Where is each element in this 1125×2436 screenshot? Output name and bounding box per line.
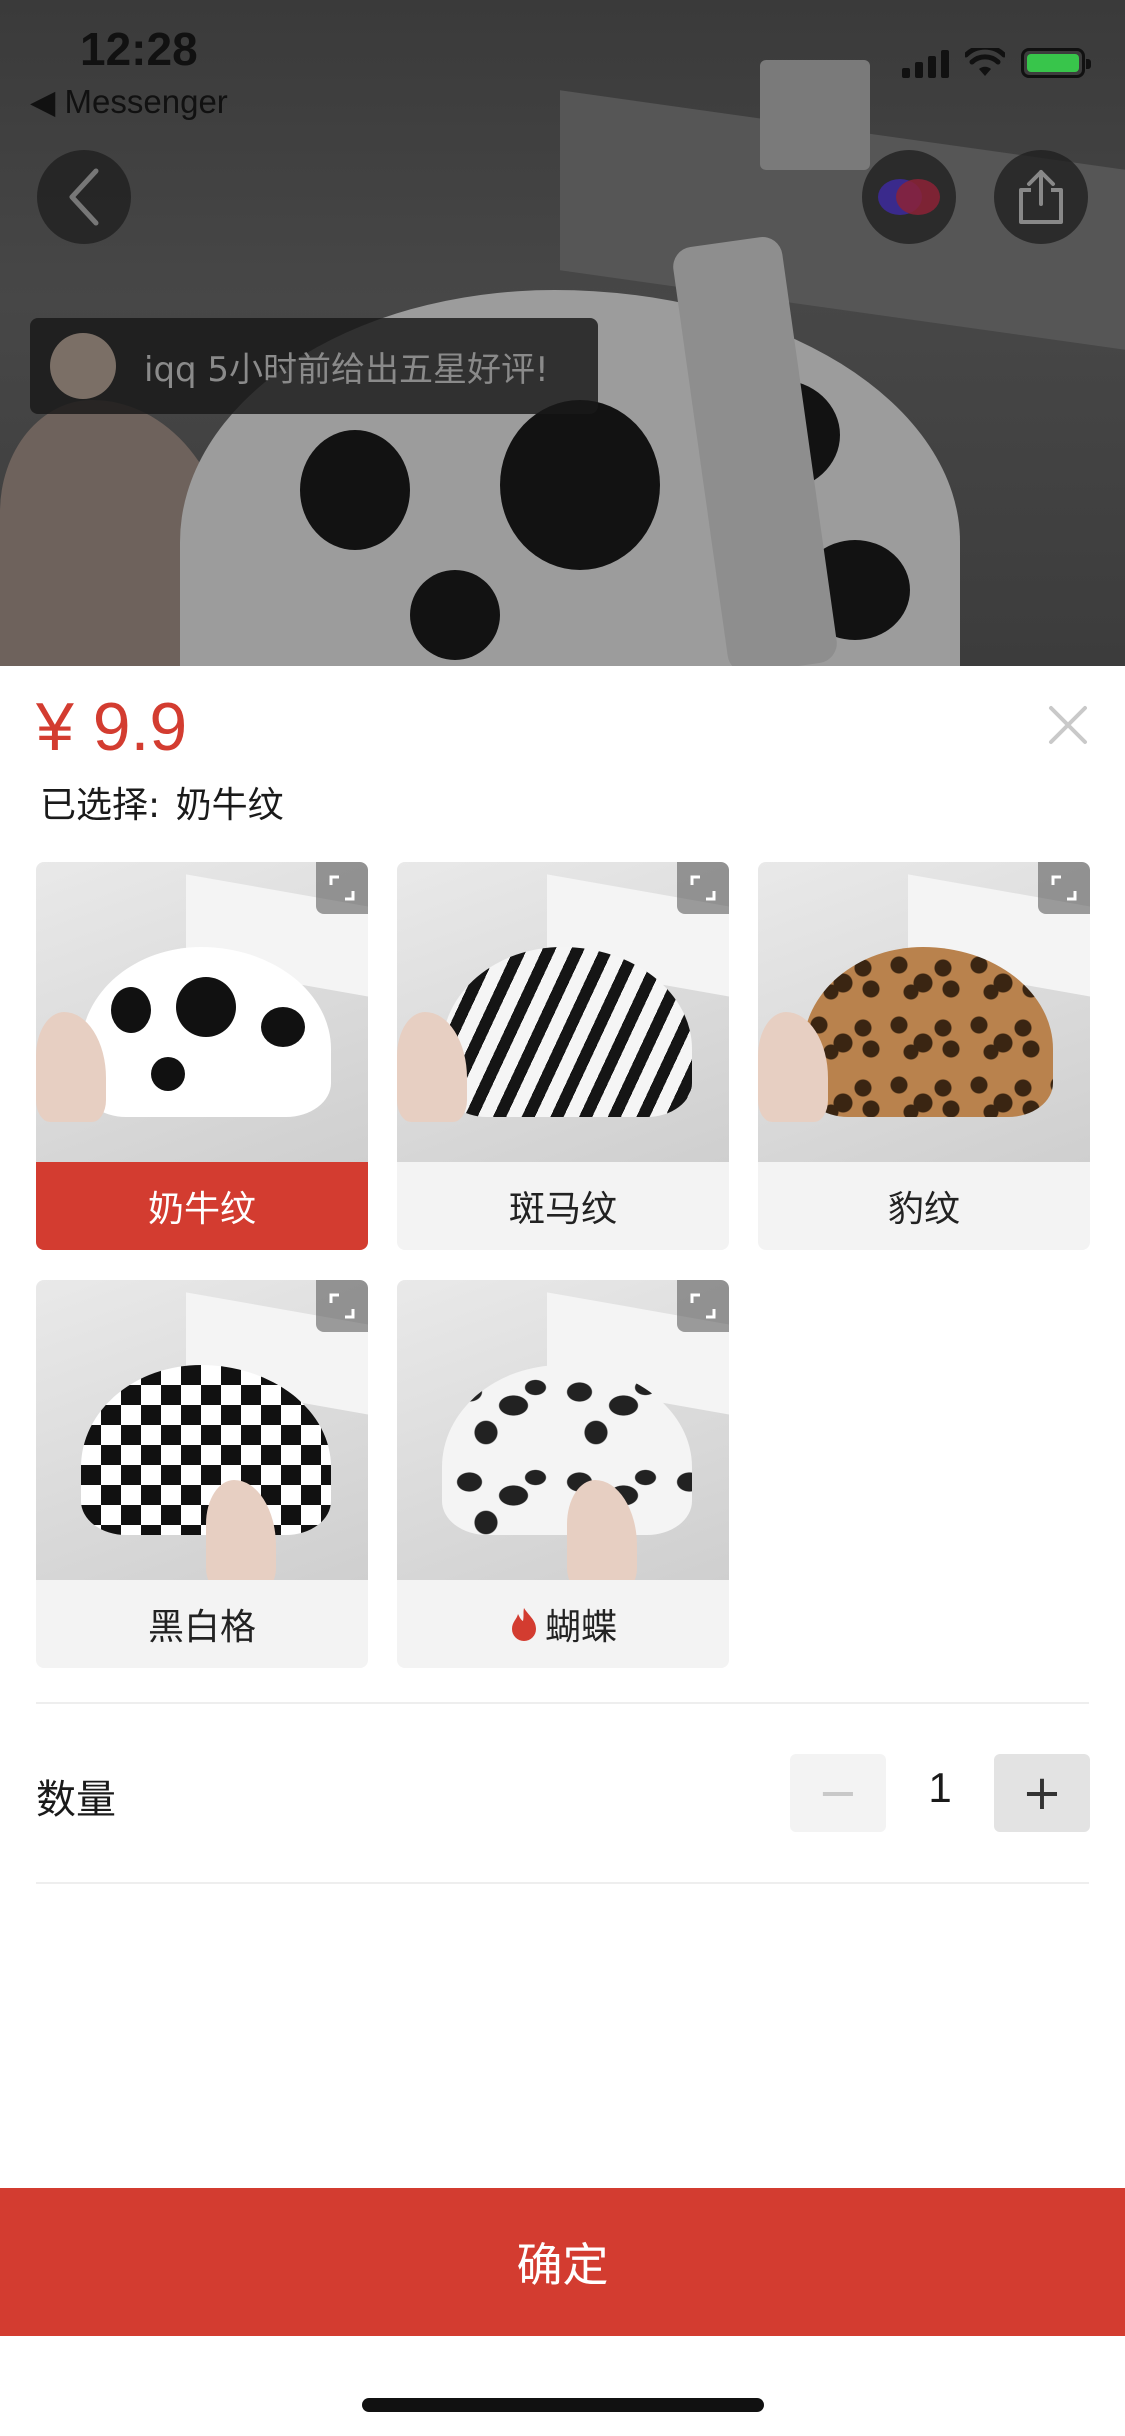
variant-option-butterfly[interactable]: 蝴蝶 xyxy=(397,1280,729,1668)
variant-label: 斑马纹 xyxy=(508,1189,617,1230)
confirm-button[interactable]: 确定 xyxy=(0,2188,1125,2336)
product-image-backdrop: 12:28 ◀ Messenger iqq 5小时前给出五星好评! xyxy=(0,0,1125,666)
expand-icon[interactable] xyxy=(1038,862,1090,914)
variant-label: 黑白格 xyxy=(147,1607,256,1648)
wifi-icon xyxy=(965,48,1005,76)
share-icon xyxy=(1019,170,1063,224)
home-indicator xyxy=(362,2398,764,2412)
expand-icon[interactable] xyxy=(316,862,368,914)
share-button[interactable] xyxy=(994,150,1088,244)
divider xyxy=(36,1702,1089,1704)
expand-icon[interactable] xyxy=(316,1280,368,1332)
back-button[interactable] xyxy=(37,150,131,244)
variant-thumbnail xyxy=(36,862,368,1162)
flame-icon xyxy=(511,1608,536,1641)
close-icon[interactable] xyxy=(1045,702,1091,748)
cellular-signal-icon xyxy=(902,48,949,78)
sku-selector-sheet: ¥ 9.9 已选择: 奶牛纹 奶牛纹 斑马纹 豹纹 黑白格 蝴蝶 数量 − 1 … xyxy=(0,666,1125,2436)
variant-option-cow[interactable]: 奶牛纹 xyxy=(36,862,368,1250)
variant-thumbnail xyxy=(36,1280,368,1580)
variant-thumbnail xyxy=(397,1280,729,1580)
price-label: ¥ 9.9 xyxy=(36,689,188,765)
selected-variant-line: 已选择: 奶牛纹 xyxy=(36,776,284,828)
variant-label: 蝴蝶 xyxy=(397,1580,729,1668)
status-indicators xyxy=(902,48,1091,78)
chevron-left-icon xyxy=(69,168,99,226)
brand-button[interactable] xyxy=(862,150,956,244)
variant-label: 奶牛纹 xyxy=(36,1162,368,1250)
selected-value: 奶牛纹 xyxy=(175,785,284,826)
quantity-value[interactable]: 1 xyxy=(900,1764,980,1812)
quantity-label: 数量 xyxy=(36,1777,116,1823)
divider xyxy=(36,1882,1089,1884)
review-banner: iqq 5小时前给出五星好评! xyxy=(30,318,598,414)
backdrop-tag xyxy=(760,60,870,170)
variant-label: 豹纹 xyxy=(887,1189,960,1230)
back-to-app-link[interactable]: ◀ Messenger xyxy=(30,82,228,121)
quantity-decrement-button[interactable]: − xyxy=(790,1754,886,1832)
battery-icon xyxy=(1021,48,1091,78)
variant-thumbnail xyxy=(758,862,1090,1162)
reviewer-avatar xyxy=(50,333,116,399)
variant-option-checkered[interactable]: 黑白格 xyxy=(36,1280,368,1668)
variant-label-text: 蝴蝶 xyxy=(544,1607,617,1648)
variant-thumbnail xyxy=(397,862,729,1162)
variant-option-zebra[interactable]: 斑马纹 xyxy=(397,862,729,1250)
selected-prefix: 已选择: xyxy=(40,785,161,826)
expand-icon[interactable] xyxy=(677,1280,729,1332)
quantity-increment-button[interactable]: + xyxy=(994,1754,1090,1832)
review-text: iqq 5小时前给出五星好评! xyxy=(144,349,549,390)
brand-icon xyxy=(878,179,940,215)
status-time: 12:28 xyxy=(80,23,198,75)
variant-option-leopard[interactable]: 豹纹 xyxy=(758,862,1090,1250)
expand-icon[interactable] xyxy=(677,862,729,914)
